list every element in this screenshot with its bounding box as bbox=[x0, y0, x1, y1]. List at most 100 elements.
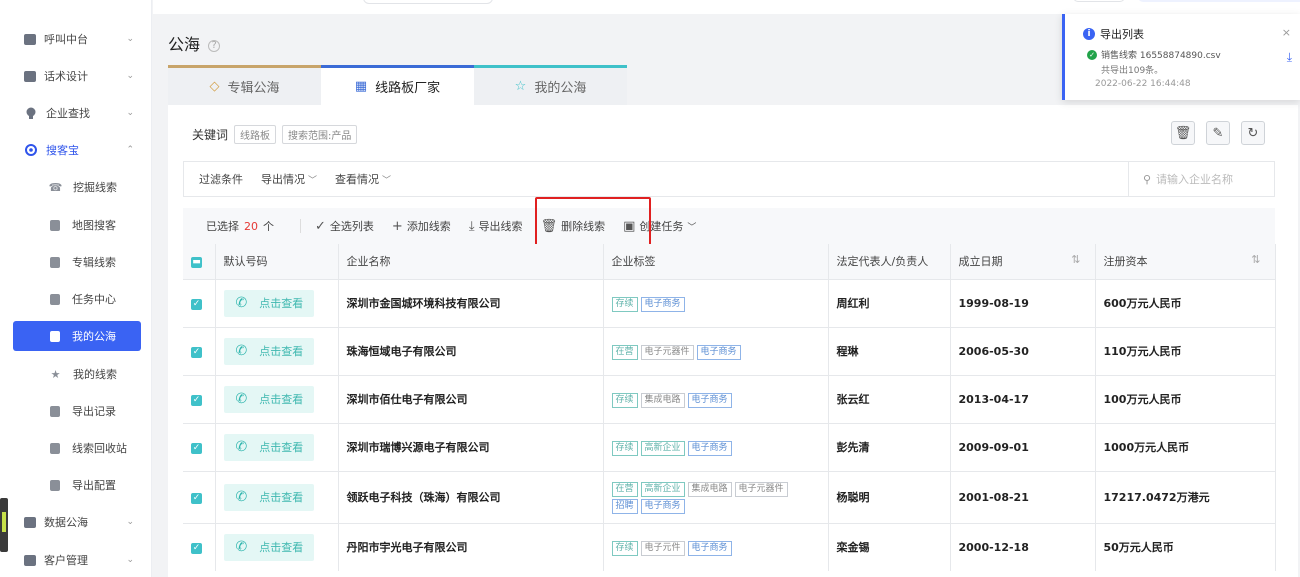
table-row[interactable]: ✓ ✆ 点击查看 深圳市佰仕电子有限公司 存续 集成电路 电子商务 张云红 2013-04-17… bbox=[183, 374, 1276, 423]
company-tag: 存续 bbox=[611, 440, 638, 456]
sidebar-item-customer-mgmt[interactable]: 客户管理 ⌄ bbox=[0, 545, 152, 575]
company-name[interactable]: 领跃电子科技（珠海）有限公司 bbox=[338, 470, 604, 523]
table-row[interactable]: ✓ ✆ 点击查看 深圳市瑞博兴源电子有限公司 存续 高新企业 电子商务 彭先清 2009-09-… bbox=[183, 422, 1276, 471]
sidebar-item-recycle-bin[interactable]: 线索回收站 bbox=[0, 433, 152, 463]
data-icon bbox=[24, 516, 36, 528]
company-name[interactable]: 深圳市金国城环境科技有限公司 bbox=[338, 278, 604, 327]
view-phone-button[interactable]: ✆ 点击查看 bbox=[223, 337, 314, 365]
plus-icon: + bbox=[391, 218, 403, 234]
sidebar-item-map-search[interactable]: 地图搜客 bbox=[0, 210, 152, 240]
task-icon: ▣ bbox=[623, 218, 636, 234]
sidebar-item-call-center[interactable]: 呼叫中台 ⌄ bbox=[0, 24, 152, 54]
download-icon[interactable]: ⤓ bbox=[1287, 50, 1292, 65]
phone-cell: ✆ 点击查看 bbox=[215, 374, 339, 423]
view-phone-button[interactable]: ✆ 点击查看 bbox=[223, 289, 314, 317]
table-row[interactable]: ✓ ✆ 点击查看 丹阳市宇光电子有限公司 存续 电子元件 电子商务 栾金锡 2000-12-18… bbox=[183, 522, 1276, 571]
check-icon: ✓ bbox=[315, 218, 326, 234]
bulb-icon bbox=[24, 106, 38, 120]
table-row[interactable]: ✓ ✆ 点击查看 珠海恒域电子有限公司 在营 电子元器件 电子商务 程琳 2006-05-30 1… bbox=[183, 326, 1276, 375]
sidebar-item-my-leads[interactable]: ★ 我的线索 bbox=[0, 359, 152, 389]
leads-table: ▬ 默认号码 企业名称 企业标签 法定代表人/负责人 成立日期 ⇅ 注册资本 ⇅ ✓… bbox=[183, 244, 1276, 571]
column-header: 默认号码 bbox=[215, 244, 339, 279]
company-tag: 电子商务 bbox=[687, 540, 732, 556]
tab-label: 我的公海 bbox=[534, 81, 587, 96]
refresh-icon[interactable]: ↻ bbox=[1241, 121, 1265, 145]
company-tags: 存续 电子商务 bbox=[603, 278, 829, 327]
table-row[interactable]: ✓ ✆ 点击查看 领跃电子科技（珠海）有限公司 在营 高新企业 集成电路 电子元器件 招聘 电子商… bbox=[183, 470, 1276, 523]
export-status-filter[interactable]: 导出情况 ﹀ bbox=[261, 171, 317, 187]
phone-cell: ✆ 点击查看 bbox=[215, 326, 339, 375]
sidebar-item-soukebao[interactable]: 搜客宝 ⌃ bbox=[0, 135, 152, 165]
sidebar-item-my-sea[interactable]: 我的公海 bbox=[13, 321, 141, 351]
export-leads-button[interactable]: ⤓ 导出线索 bbox=[469, 218, 523, 234]
select-all-button[interactable]: ✓ 全选列表 bbox=[315, 218, 374, 234]
delete-leads-button[interactable]: 🗑 删除线索 bbox=[541, 218, 606, 234]
row-checkbox[interactable]: ✓ bbox=[183, 522, 216, 571]
filter-conditions[interactable]: 过滤条件 bbox=[199, 171, 243, 187]
sidebar-item-data-sea[interactable]: 数据公海 ⌄ bbox=[0, 507, 152, 537]
view-phone-button[interactable]: ✆ 点击查看 bbox=[223, 533, 314, 561]
tab-circuit-board[interactable]: ▦ 线路板厂家 bbox=[321, 65, 474, 105]
company-search-input[interactable]: ⚲ 请输入企业名称 bbox=[1128, 162, 1274, 196]
company-name[interactable]: 珠海恒域电子有限公司 bbox=[338, 326, 604, 375]
company-name[interactable]: 丹阳市宇光电子有限公司 bbox=[338, 522, 604, 571]
row-checkbox[interactable]: ✓ bbox=[183, 326, 216, 375]
chevron-down-icon: ⌄ bbox=[126, 34, 134, 44]
row-checkbox[interactable]: ✓ bbox=[183, 470, 216, 523]
edge-widget bbox=[0, 498, 8, 552]
sort-icon[interactable]: ⇅ bbox=[1251, 253, 1260, 266]
sidebar-item-album-leads[interactable]: 专辑线索 bbox=[0, 247, 152, 277]
column-header-sortable[interactable]: 成立日期 ⇅ bbox=[950, 244, 1096, 279]
create-task-button[interactable]: ▣ 创建任务 ﹀ bbox=[623, 218, 700, 234]
company-name[interactable]: 深圳市瑞博兴源电子有限公司 bbox=[338, 422, 604, 471]
chevron-down-icon: ⌄ bbox=[126, 108, 134, 118]
sort-icon[interactable]: ⇅ bbox=[1071, 253, 1080, 266]
edit-icon[interactable]: ✎ bbox=[1206, 121, 1230, 145]
company-name[interactable]: 深圳市佰仕电子有限公司 bbox=[338, 374, 604, 423]
company-tag: 存续 bbox=[611, 392, 638, 408]
tab-bar: ◇ 专辑公海 ▦ 线路板厂家 ☆ 我的公海 bbox=[168, 65, 627, 105]
close-icon[interactable]: × bbox=[1282, 26, 1291, 39]
sidebar-item-script-design[interactable]: 话术设计 ⌄ bbox=[0, 61, 152, 91]
view-phone-button[interactable]: ✆ 点击查看 bbox=[223, 433, 314, 461]
column-header-sortable[interactable]: 注册资本 ⇅ bbox=[1095, 244, 1276, 279]
view-phone-button[interactable]: ✆ 点击查看 bbox=[223, 483, 314, 511]
check-icon: ✓ bbox=[191, 443, 202, 454]
chevron-down-icon: ⌄ bbox=[126, 555, 134, 565]
view-status-filter[interactable]: 查看情况 ﹀ bbox=[335, 171, 391, 187]
sidebar-item-label: 数据公海 bbox=[44, 516, 88, 529]
delete-icon[interactable]: 🗑 bbox=[1171, 121, 1195, 145]
keyword-tag[interactable]: 搜索范围:产品 bbox=[282, 125, 358, 144]
row-checkbox[interactable]: ✓ bbox=[183, 422, 216, 471]
table-row[interactable]: ✓ ✆ 点击查看 深圳市金国城环境科技有限公司 存续 电子商务 周红利 1999-08-19 6… bbox=[183, 278, 1276, 327]
top-status-pill[interactable] bbox=[1138, 0, 1300, 2]
tab-my-sea[interactable]: ☆ 我的公海 bbox=[474, 65, 627, 105]
row-checkbox[interactable]: ✓ bbox=[183, 374, 216, 423]
sidebar-item-label: 线索回收站 bbox=[72, 442, 127, 455]
registered-capital: 50万元人民币 bbox=[1095, 522, 1276, 571]
sidebar-item-company-search[interactable]: 企业查找 ⌄ bbox=[0, 98, 152, 128]
sidebar-item-export-record[interactable]: 导出记录 bbox=[0, 396, 152, 426]
star-icon: ★ bbox=[50, 367, 61, 381]
top-bar bbox=[153, 0, 1300, 14]
sidebar-item-task-center[interactable]: 任务中心 bbox=[0, 284, 152, 314]
sidebar-item-export-config[interactable]: 导出配置 bbox=[0, 470, 152, 500]
select-all-checkbox[interactable]: ▬ bbox=[183, 244, 216, 279]
company-tags: 在营 电子元器件 电子商务 bbox=[603, 326, 829, 375]
script-icon bbox=[24, 70, 36, 82]
sidebar-item-mine-leads[interactable]: ☎ 挖掘线索 bbox=[0, 172, 152, 202]
view-phone-button[interactable]: ✆ 点击查看 bbox=[223, 385, 314, 413]
tab-album-sea[interactable]: ◇ 专辑公海 bbox=[168, 65, 321, 105]
sea-icon bbox=[50, 330, 60, 342]
top-search-pill[interactable] bbox=[363, 0, 493, 4]
top-button[interactable] bbox=[1073, 0, 1125, 2]
founded-date: 1999-08-19 bbox=[950, 278, 1096, 327]
keyword-tag[interactable]: 线路板 bbox=[234, 125, 277, 144]
help-icon[interactable]: ? bbox=[208, 39, 221, 52]
map-icon bbox=[50, 219, 60, 231]
trash-icon bbox=[50, 442, 60, 454]
phone-cell: ✆ 点击查看 bbox=[215, 522, 339, 571]
company-tag: 在营 bbox=[611, 482, 638, 497]
add-leads-button[interactable]: + 添加线索 bbox=[392, 218, 451, 234]
row-checkbox[interactable]: ✓ bbox=[183, 278, 216, 327]
